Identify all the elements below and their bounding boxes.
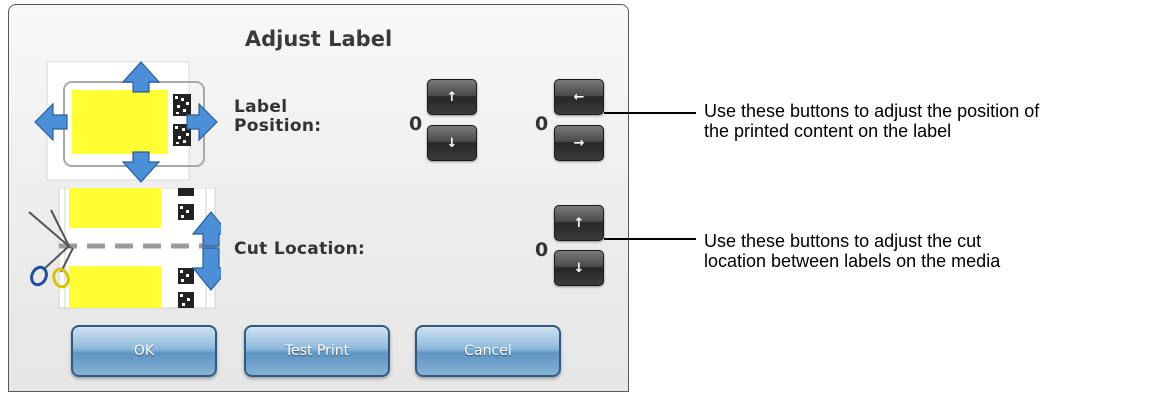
arrow-right-icon bbox=[186, 102, 218, 142]
cut-callout-line bbox=[604, 238, 696, 240]
label-position-label: Label Position: bbox=[234, 97, 322, 136]
cut-location-up-button[interactable]: ↑ bbox=[554, 205, 604, 241]
ok-button[interactable]: OK bbox=[71, 325, 217, 377]
position-callout-text: Use these buttons to adjust the position… bbox=[704, 101, 1040, 141]
label-position-left-button[interactable]: ← bbox=[554, 79, 604, 115]
cut-location-down-button[interactable]: ↓ bbox=[554, 250, 604, 286]
cut-callout-text: Use these buttons to adjust the cut loca… bbox=[704, 231, 1001, 271]
dialog-title: Adjust Label bbox=[244, 27, 393, 51]
label-position-horizontal-value: 0 bbox=[535, 113, 549, 135]
label-position-illustration bbox=[34, 61, 218, 183]
position-callout-line bbox=[604, 112, 696, 114]
cut-location-label: Cut Location: bbox=[234, 239, 366, 259]
adjust-label-dialog: Adjust Label Label Position: 0 ↑ ↓ 0 ← → bbox=[8, 4, 629, 392]
label-position-vertical-value: 0 bbox=[409, 113, 423, 135]
cancel-button[interactable]: Cancel bbox=[415, 325, 561, 377]
cut-location-value: 0 bbox=[535, 239, 549, 261]
cut-location-illustration bbox=[28, 188, 221, 309]
label-position-up-button[interactable]: ↑ bbox=[427, 79, 477, 115]
label-position-right-button[interactable]: → bbox=[554, 125, 604, 161]
test-print-button[interactable]: Test Print bbox=[244, 325, 390, 377]
label-position-down-button[interactable]: ↓ bbox=[427, 125, 477, 161]
